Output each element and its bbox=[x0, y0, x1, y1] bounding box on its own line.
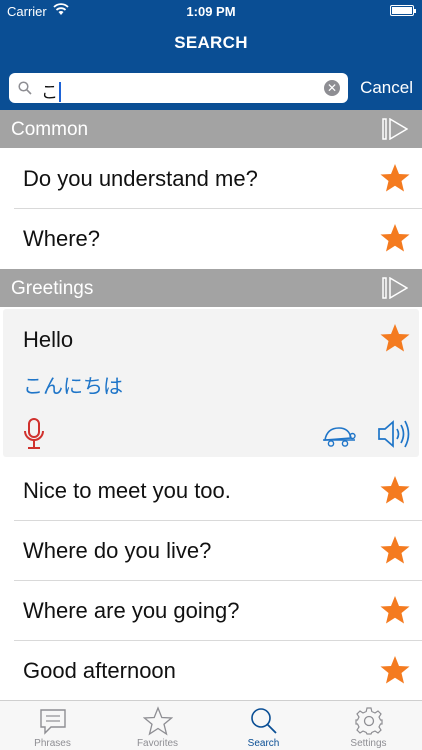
top-bar: Carrier 1:09 PM SEARCH こ ✕ Cancel bbox=[0, 0, 422, 110]
phrase-text: Hello bbox=[23, 327, 74, 352]
tab-label: Settings bbox=[350, 738, 387, 749]
search-query: こ bbox=[41, 78, 61, 103]
speech-bubble-icon bbox=[39, 709, 66, 735]
list-item[interactable]: Nice to meet you too. bbox=[14, 461, 422, 521]
list-item[interactable]: Where do you live? bbox=[14, 521, 422, 581]
phrase-text: Good afternoon bbox=[23, 658, 176, 683]
tab-search[interactable]: Search bbox=[211, 701, 316, 750]
list-item[interactable]: Where? bbox=[14, 209, 422, 269]
clear-search-icon[interactable]: ✕ bbox=[324, 80, 340, 96]
turtle-slow-play-icon[interactable] bbox=[321, 424, 357, 448]
play-section-icon[interactable] bbox=[382, 118, 408, 140]
search-input[interactable]: こ ✕ bbox=[9, 73, 348, 103]
cancel-button[interactable]: Cancel bbox=[360, 78, 413, 98]
tab-favorites[interactable]: Favorites bbox=[105, 701, 210, 750]
play-section-icon[interactable] bbox=[382, 277, 408, 299]
search-icon bbox=[18, 81, 32, 95]
tab-phrases[interactable]: Phrases bbox=[0, 701, 105, 750]
search-icon bbox=[250, 708, 277, 734]
list-item[interactable]: Good afternoon bbox=[14, 641, 422, 701]
page-title: SEARCH bbox=[174, 33, 248, 52]
favorite-star-icon[interactable] bbox=[380, 535, 410, 565]
gear-icon bbox=[354, 707, 383, 735]
favorite-star-icon[interactable] bbox=[380, 323, 410, 353]
section-title: Greetings bbox=[11, 278, 94, 299]
star-outline-icon bbox=[142, 706, 173, 736]
speaker-icon[interactable] bbox=[377, 419, 411, 449]
section-header-greetings: Greetings bbox=[0, 269, 422, 307]
tab-label: Phrases bbox=[34, 738, 71, 749]
phrase-text: Where? bbox=[23, 226, 101, 251]
status-time: 1:09 PM bbox=[186, 4, 236, 19]
phrase-text: Where are you going? bbox=[23, 598, 240, 623]
favorite-star-icon[interactable] bbox=[380, 163, 410, 193]
translation-text: こんにちは bbox=[23, 376, 123, 398]
tab-bar: Phrases Favorites Search Settings bbox=[0, 700, 422, 750]
phrase-text: Do you understand me? bbox=[23, 166, 258, 191]
favorite-star-icon[interactable] bbox=[380, 595, 410, 625]
search-row: こ ✕ Cancel bbox=[0, 73, 422, 103]
list-item[interactable]: Do you understand me? bbox=[14, 149, 422, 209]
favorite-star-icon[interactable] bbox=[380, 475, 410, 505]
tab-label: Search bbox=[247, 738, 280, 749]
expanded-phrase-card[interactable]: Hello こんにちは bbox=[3, 309, 419, 457]
phrase-text: Nice to meet you too. bbox=[23, 478, 231, 503]
tab-settings[interactable]: Settings bbox=[316, 701, 421, 750]
phrase-text: Where do you live? bbox=[23, 538, 212, 563]
favorite-star-icon[interactable] bbox=[380, 655, 410, 685]
battery-icon bbox=[390, 5, 416, 16]
microphone-icon[interactable] bbox=[22, 417, 46, 451]
list-item[interactable]: Where are you going? bbox=[14, 581, 422, 641]
status-bar: Carrier 1:09 PM bbox=[0, 0, 422, 22]
section-title: Common bbox=[11, 119, 89, 140]
favorite-star-icon[interactable] bbox=[380, 223, 410, 253]
tab-label: Favorites bbox=[136, 738, 179, 749]
section-header-common: Common bbox=[0, 110, 422, 148]
text-caret bbox=[59, 82, 61, 102]
